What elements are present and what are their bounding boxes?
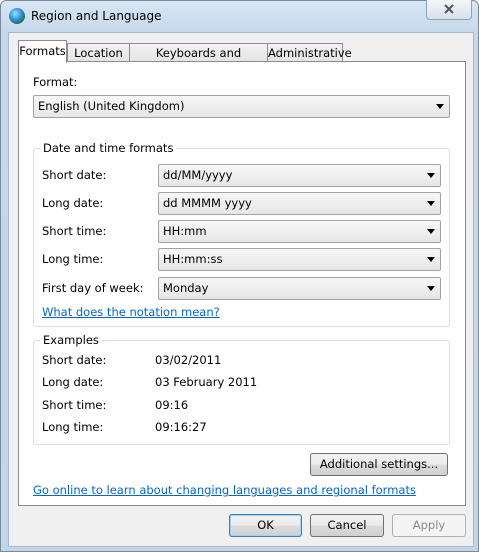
additional-settings-button[interactable]: Additional settings... bbox=[310, 453, 448, 476]
first-day-dropdown[interactable]: Monday bbox=[158, 277, 441, 300]
short-time-dropdown[interactable]: HH:mm bbox=[158, 220, 441, 243]
long-date-dropdown[interactable]: dd MMMM yyyy bbox=[158, 192, 441, 215]
window-title: Region and Language bbox=[31, 9, 162, 23]
short-date-label: Short date: bbox=[42, 168, 107, 182]
title-bar[interactable]: Region and Language bbox=[1, 0, 478, 33]
example-short-time-label: Short time: bbox=[42, 398, 107, 412]
cancel-button[interactable]: Cancel bbox=[310, 514, 384, 537]
example-short-date-value: 03/02/2011 bbox=[155, 353, 222, 367]
long-time-value: HH:mm:ss bbox=[163, 252, 223, 266]
example-long-time-value: 09:16:27 bbox=[155, 420, 207, 434]
region-language-window: Region and Language Formats Location Key… bbox=[0, 0, 479, 552]
chevron-down-icon bbox=[427, 173, 435, 178]
close-button[interactable] bbox=[426, 0, 472, 20]
notation-link[interactable]: What does the notation mean? bbox=[42, 305, 220, 319]
format-label: Format: bbox=[33, 75, 78, 89]
first-day-value: Monday bbox=[163, 281, 209, 295]
long-date-value: dd MMMM yyyy bbox=[163, 196, 252, 210]
short-date-dropdown[interactable]: dd/MM/yyyy bbox=[158, 164, 441, 187]
examples-title: Examples bbox=[40, 333, 102, 347]
chevron-down-icon bbox=[427, 229, 435, 234]
short-time-label: Short time: bbox=[42, 224, 107, 238]
chevron-down-icon bbox=[427, 257, 435, 262]
examples-group: Examples Short date: 03/02/2011 Long dat… bbox=[33, 333, 450, 445]
tab-administrative[interactable]: Administrative bbox=[267, 43, 352, 62]
example-short-time-value: 09:16 bbox=[155, 398, 189, 412]
date-time-formats-title: Date and time formats bbox=[40, 141, 177, 155]
chevron-down-icon bbox=[436, 104, 444, 109]
globe-icon bbox=[9, 8, 25, 24]
dialog-client-area: Formats Location Keyboards and Languages… bbox=[8, 32, 474, 547]
date-time-formats-group: Date and time formats Short date: dd/MM/… bbox=[33, 141, 450, 327]
tab-location[interactable]: Location bbox=[67, 43, 130, 62]
short-date-value: dd/MM/yyyy bbox=[163, 168, 233, 182]
example-short-date-label: Short date: bbox=[42, 353, 107, 367]
format-dropdown[interactable]: English (United Kingdom) bbox=[33, 95, 450, 118]
online-help-link[interactable]: Go online to learn about changing langua… bbox=[33, 483, 416, 497]
long-time-label: Long time: bbox=[42, 252, 104, 266]
chevron-down-icon bbox=[427, 286, 435, 291]
long-time-dropdown[interactable]: HH:mm:ss bbox=[158, 248, 441, 271]
example-long-date-label: Long date: bbox=[42, 375, 104, 389]
chevron-down-icon bbox=[427, 201, 435, 206]
short-time-value: HH:mm bbox=[163, 224, 207, 238]
tab-keyboards-languages[interactable]: Keyboards and Languages bbox=[129, 43, 268, 78]
format-value: English (United Kingdom) bbox=[38, 99, 185, 113]
example-long-date-value: 03 February 2011 bbox=[155, 375, 258, 389]
close-icon bbox=[444, 4, 454, 14]
apply-button[interactable]: Apply bbox=[392, 514, 466, 537]
first-day-label: First day of week: bbox=[42, 281, 144, 295]
long-date-label: Long date: bbox=[42, 196, 104, 210]
formats-panel: Format: English (United Kingdom) Date an… bbox=[18, 61, 466, 506]
ok-button[interactable]: OK bbox=[229, 514, 302, 537]
example-long-time-label: Long time: bbox=[42, 420, 104, 434]
tab-formats[interactable]: Formats bbox=[18, 40, 67, 63]
